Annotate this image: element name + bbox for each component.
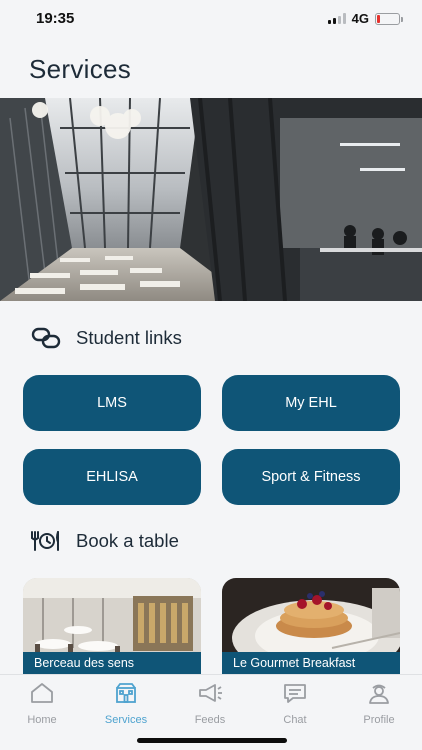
student-links-header: Student links (30, 326, 182, 350)
tab-chat[interactable]: Chat (253, 681, 337, 726)
status-time: 19:35 (36, 10, 75, 27)
tab-profile[interactable]: Profile (337, 681, 421, 726)
restaurant-card-berceau[interactable]: Berceau des sens (23, 578, 201, 674)
my-ehl-button[interactable]: My EHL (222, 375, 400, 431)
megaphone-icon (197, 681, 223, 705)
status-bar: 19:35 4G (0, 0, 422, 40)
signal-icon (327, 13, 346, 24)
building-icon (113, 681, 139, 705)
link-icon (30, 326, 62, 350)
status-indicators: 4G (327, 11, 403, 26)
book-table-header: Book a table (30, 529, 179, 553)
page-title: Services (29, 54, 132, 84)
tab-label: Feeds (194, 714, 226, 726)
tab-label: Chat (283, 714, 307, 726)
chat-icon (282, 681, 308, 705)
restaurant-card-gourmet-breakfast[interactable]: Le Gourmet Breakfast (222, 578, 400, 674)
atrium-photo (0, 98, 422, 301)
tab-label: Home (27, 714, 57, 726)
cutlery-clock-icon (30, 529, 62, 553)
tab-feeds[interactable]: Feeds (168, 681, 252, 726)
restaurant-name: Berceau des sens (23, 652, 201, 674)
tab-label: Profile (363, 714, 395, 726)
tab-home[interactable]: Home (0, 681, 84, 726)
book-table-title: Book a table (76, 530, 179, 551)
ehlisa-button[interactable]: EHLISA (23, 449, 201, 505)
student-links-title: Student links (76, 327, 182, 348)
profile-icon (366, 681, 392, 705)
network-type: 4G (351, 11, 369, 26)
home-indicator (137, 738, 287, 743)
lms-button[interactable]: LMS (23, 375, 201, 431)
tab-label: Services (104, 714, 148, 726)
sport-fitness-button[interactable]: Sport & Fitness (222, 449, 400, 505)
hero-image (0, 98, 422, 301)
home-icon (29, 681, 55, 705)
restaurant-name: Le Gourmet Breakfast (222, 652, 400, 674)
tab-services[interactable]: Services (84, 681, 168, 726)
battery-icon (375, 12, 403, 25)
battery-level (377, 14, 381, 23)
